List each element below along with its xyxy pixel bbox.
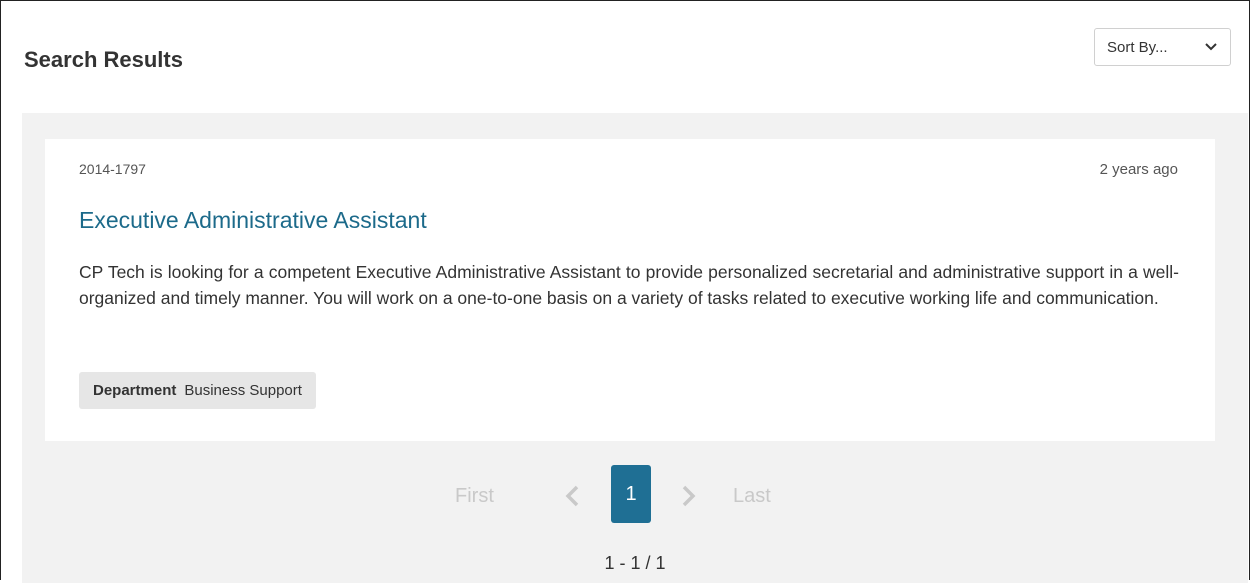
job-title-link[interactable]: Executive Administrative Assistant: [79, 207, 427, 234]
pagination-first[interactable]: First: [455, 485, 494, 508]
sort-by-dropdown[interactable]: Sort By...: [1094, 28, 1231, 66]
page-title: Search Results: [24, 47, 183, 72]
tag-value: Business Support: [184, 382, 302, 399]
department-tag: Department Business Support: [79, 372, 316, 409]
results-count: 1 - 1 / 1: [604, 553, 666, 573]
pagination-page-current[interactable]: 1: [611, 465, 651, 523]
posted-date: 2 years ago: [1099, 161, 1178, 178]
result-card: 2014-1797 2 years ago Executive Administ…: [45, 139, 1215, 441]
pagination: First 1 Last: [22, 465, 1248, 525]
chevron-right-icon[interactable]: [679, 484, 699, 508]
pagination-last[interactable]: Last: [733, 485, 771, 508]
chevron-down-icon: [1205, 43, 1217, 51]
results-area: 2014-1797 2 years ago Executive Administ…: [22, 113, 1248, 583]
results-header: Search Results Sort By...: [1, 1, 1249, 113]
sort-by-label: Sort By...: [1107, 38, 1168, 56]
chevron-left-icon[interactable]: [562, 484, 582, 508]
job-id: 2014-1797: [79, 161, 146, 177]
tag-label: Department: [93, 382, 177, 399]
app-window: Search Results Sort By... 2014-1797 2 ye…: [0, 0, 1250, 583]
job-description: CP Tech is looking for a competent Execu…: [79, 262, 1179, 308]
